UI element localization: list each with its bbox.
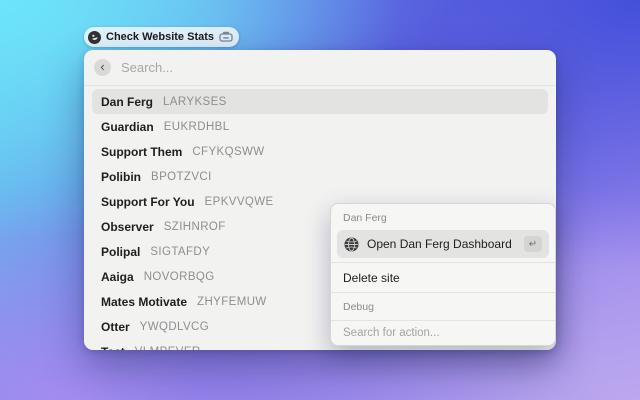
command-pill-label: Check Website Stats (106, 31, 214, 43)
site-row-support-them[interactable]: Support Them CFYKQSWW (92, 139, 548, 164)
menu-section-title: Dan Ferg (331, 204, 555, 228)
site-row-guardian[interactable]: Guardian EUKRDHBL (92, 114, 548, 139)
command-pill[interactable]: Check Website Stats (84, 27, 239, 47)
site-code: LARYKSES (163, 96, 227, 108)
site-code: SZIHNROF (164, 221, 226, 233)
action-search-input[interactable] (343, 327, 543, 339)
site-code: NOVORBQG (144, 271, 215, 283)
menu-section-debug: Debug (331, 293, 555, 317)
menu-item-open-dashboard[interactable]: Open Dan Ferg Dashboard ↵ (337, 230, 549, 258)
printer-icon (219, 31, 233, 43)
site-name: Guardian (101, 120, 154, 134)
search-bar: ‹ (84, 50, 556, 86)
site-code: SIGTAFDY (150, 246, 210, 258)
site-name: Polipal (101, 245, 140, 259)
action-search-bar (331, 320, 555, 345)
actions-menu: Dan Ferg Open Dan Ferg Dashboard ↵ Delet… (330, 203, 556, 346)
site-code: YWQDLVCG (140, 321, 209, 333)
site-name: Dan Ferg (101, 95, 153, 109)
site-code: VLMPEVER (135, 346, 201, 351)
site-code: EUKRDHBL (164, 121, 230, 133)
site-name: Polibin (101, 170, 141, 184)
search-input[interactable] (121, 60, 544, 75)
site-code: CFYKQSWW (192, 146, 264, 158)
chevron-left-icon: ‹ (100, 60, 104, 73)
back-button[interactable]: ‹ (94, 59, 111, 76)
site-code: EPKVVQWE (205, 196, 274, 208)
site-row-polibin[interactable]: Polibin BPOTZVCI (92, 164, 548, 189)
site-name: Mates Motivate (101, 295, 187, 309)
menu-item-label: Open Dan Ferg Dashboard (367, 237, 516, 251)
menu-item-delete-site[interactable]: Delete site (331, 263, 555, 292)
site-name: Observer (101, 220, 154, 234)
menu-item-label: Delete site (343, 271, 543, 285)
site-name: Otter (101, 320, 130, 334)
site-row-dan-ferg[interactable]: Dan Ferg LARYKSES (92, 89, 548, 114)
site-code: ZHYFEMUW (197, 296, 267, 308)
site-code: BPOTZVCI (151, 171, 212, 183)
return-key-icon: ↵ (524, 236, 542, 252)
site-name: Support Them (101, 145, 182, 159)
globe-icon (344, 237, 359, 252)
site-favicon-icon (88, 31, 101, 44)
site-name: Tact (101, 345, 125, 351)
site-name: Aaiga (101, 270, 134, 284)
site-name: Support For You (101, 195, 195, 209)
